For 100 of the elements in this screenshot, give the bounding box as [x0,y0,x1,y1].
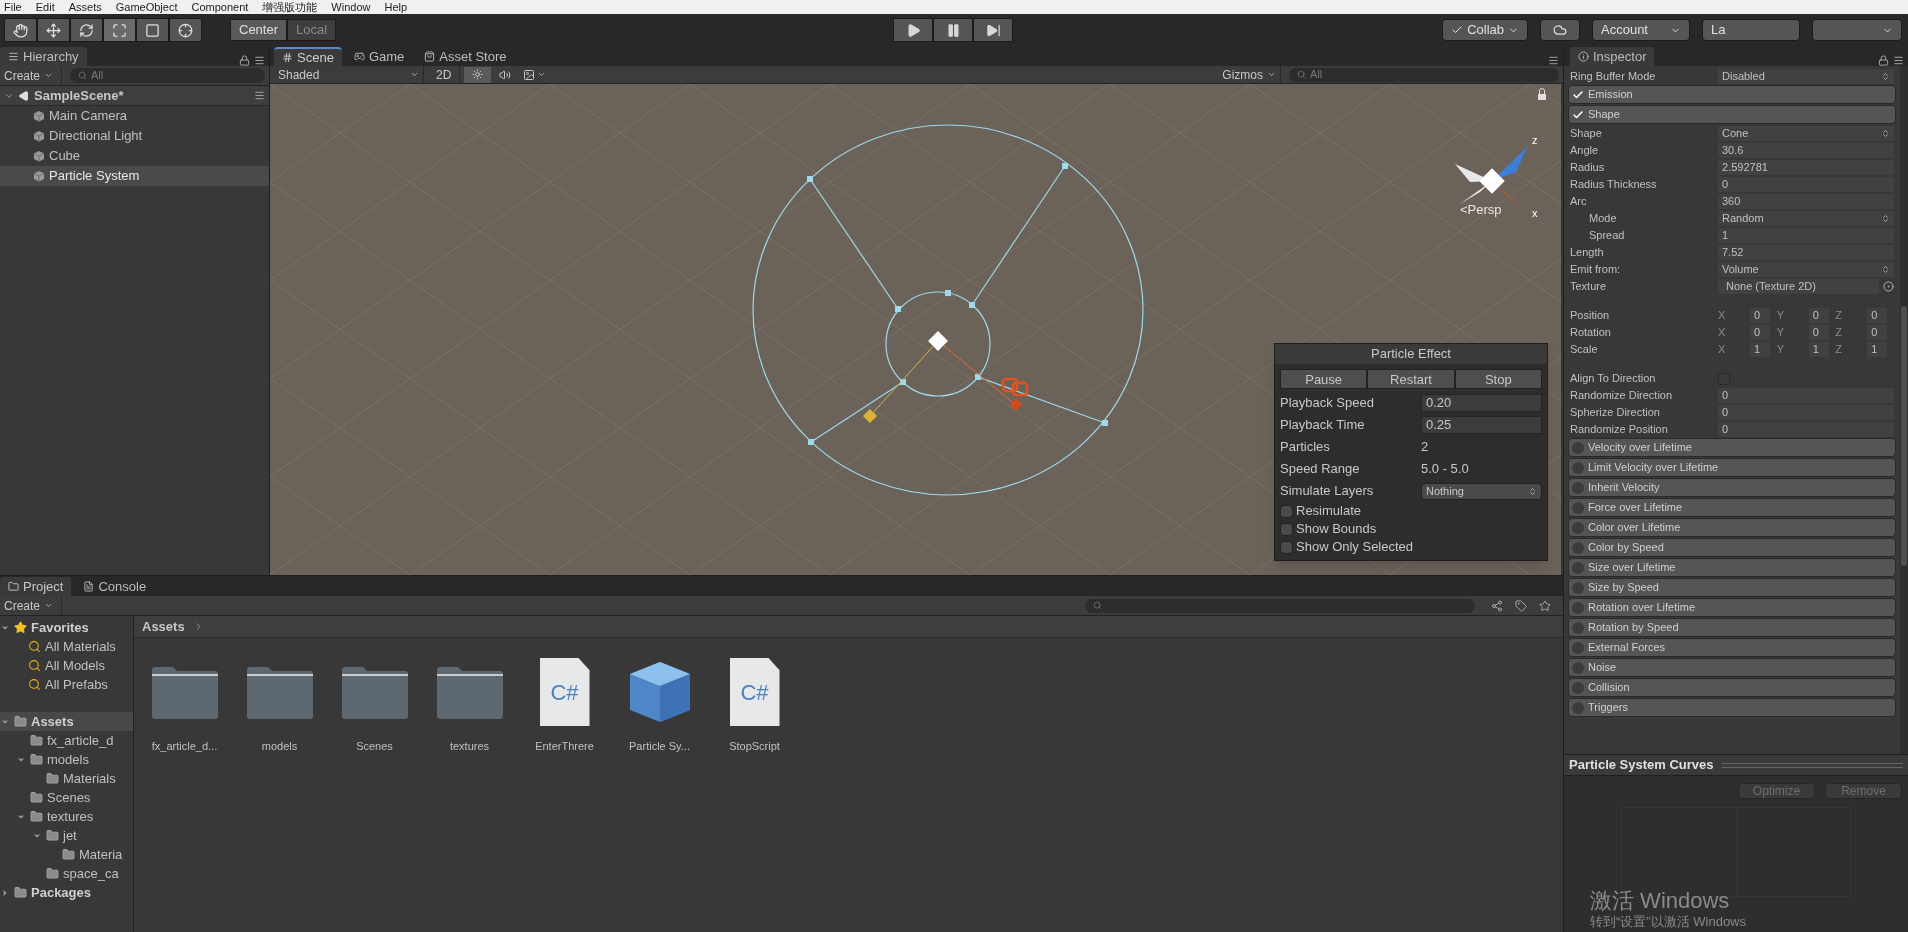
panel-tab[interactable]: Project [0,577,72,596]
hierarchy-item[interactable]: Directional Light [0,126,269,146]
effect-button[interactable]: Stop [1454,369,1542,389]
create-button[interactable]: Create [4,596,63,615]
module-checkbox[interactable] [1572,581,1584,594]
folder-tree-item[interactable]: Scenes [0,788,133,807]
asset-item[interactable]: Scenes [334,656,415,755]
view-tab[interactable]: Game [345,47,413,66]
module-header[interactable]: Color over Lifetime [1568,518,1896,537]
effect-button[interactable]: Pause [1280,369,1368,389]
module-checkbox[interactable] [1572,481,1584,494]
folder-tree-item[interactable]: space_ca [0,864,133,883]
dropdown[interactable]: Cone [1718,126,1894,141]
value-field[interactable]: 1 [1750,342,1770,357]
module-checkbox[interactable] [1572,88,1584,101]
folder-tree-item[interactable]: Materia [0,845,133,864]
module-checkbox[interactable] [1572,441,1584,454]
value-field[interactable]: 0 [1867,325,1888,340]
hierarchy-item[interactable]: Main Camera [0,106,269,126]
value-field[interactable]: 7.52 [1718,245,1894,260]
menu-item[interactable]: Component [191,0,249,14]
asset-item[interactable]: C# EnterThrere [524,656,605,755]
inspector-tab[interactable]: Inspector [1570,47,1655,66]
module-checkbox[interactable] [1572,601,1584,614]
view-tab[interactable]: Asset Store [416,47,515,66]
value-field[interactable]: 360 [1718,194,1894,209]
asset-item[interactable]: fx_article_d... [144,656,225,755]
module-checkbox[interactable] [1572,108,1584,121]
cloud-button[interactable] [1540,19,1580,41]
tool-button[interactable] [136,18,169,42]
favorite-item[interactable]: All Prefabs [0,675,133,694]
playback-button[interactable] [893,18,933,42]
dropdown[interactable]: Random [1718,211,1894,226]
picker-icon[interactable] [1883,281,1894,292]
panel-tab[interactable]: Console [75,577,155,596]
favorite-item[interactable]: All Models [0,656,133,675]
favorites-label[interactable]: Favorites [31,617,89,638]
2d-toggle[interactable]: 2D [428,65,461,84]
module-header[interactable]: Limit Velocity over Lifetime [1568,458,1896,477]
module-header[interactable]: Triggers [1568,698,1896,717]
value-field[interactable]: 1 [1867,342,1888,357]
module-header[interactable]: Shape [1568,105,1896,124]
create-button[interactable]: Create [4,66,63,85]
menu-item[interactable]: Window [331,0,371,14]
folder-tree-item[interactable]: fx_article_d [0,731,133,750]
module-checkbox[interactable] [1572,561,1584,574]
module-header[interactable]: External Forces [1568,638,1896,657]
filter-type-icon[interactable] [1491,599,1503,612]
menu-item[interactable]: Assets [68,0,102,14]
value-field[interactable]: 0 [1718,422,1894,437]
pivot-button[interactable]: Local [287,19,337,41]
value-field[interactable]: 0 [1808,325,1829,340]
pivot-handle[interactable] [928,331,948,351]
hierarchy-tab[interactable]: Hierarchy [0,47,87,66]
value-field[interactable]: 0 [1808,308,1829,323]
asset-item[interactable]: C# StopScript [714,656,795,755]
module-checkbox[interactable] [1572,641,1584,654]
folder-tree-item[interactable]: Packages [0,883,133,902]
menu-icon[interactable] [254,55,265,66]
module-header[interactable]: Noise [1568,658,1896,677]
collapse-arrow-icon[interactable] [0,887,10,898]
dropdown[interactable]: Volume [1718,262,1894,277]
module-checkbox[interactable] [1572,521,1584,534]
folder-tree-item[interactable]: models [0,750,133,769]
menu-icon[interactable] [254,90,265,101]
scrollbar[interactable] [1900,66,1908,754]
search-field[interactable] [1085,598,1475,613]
playback-button[interactable] [973,18,1013,42]
menu-item[interactable]: 增强版功能 [262,0,318,14]
module-header[interactable]: Collision [1568,678,1896,697]
value-field[interactable]: 0 [1718,405,1894,420]
module-header[interactable]: Color by Speed [1568,538,1896,557]
breadcrumb[interactable]: Assets [142,616,185,637]
value-field[interactable]: 2.592781 [1718,160,1894,175]
module-header[interactable]: Size over Lifetime [1568,558,1896,577]
asset-item[interactable]: Particle Sy... [619,656,700,755]
collab-button[interactable]: Collab [1442,19,1528,41]
layers-button[interactable]: La [1702,19,1800,41]
account-button[interactable]: Account [1592,19,1690,41]
value-field[interactable]: 0 [1750,308,1770,323]
module-checkbox[interactable] [1572,661,1584,674]
module-checkbox[interactable] [1572,621,1584,634]
favorite-item[interactable]: All Materials [0,637,133,656]
folder-tree-item[interactable]: Assets [0,712,133,731]
star-icon[interactable] [1539,599,1551,612]
module-header[interactable]: Rotation by Speed [1568,618,1896,637]
value-field[interactable]: 0 [1867,308,1888,323]
layers-dropdown[interactable]: Nothing [1421,482,1542,500]
value-field[interactable]: 0 [1718,388,1894,403]
module-header[interactable]: Force over Lifetime [1568,498,1896,517]
hierarchy-item[interactable]: Particle System [0,166,269,186]
menu-item[interactable]: File [4,0,22,14]
view-tab[interactable]: Scene [274,47,342,66]
folder-tree-item[interactable]: Materials [0,769,133,788]
module-checkbox[interactable] [1572,701,1584,714]
module-checkbox[interactable] [1572,501,1584,514]
value-field[interactable]: 0.25 [1421,416,1542,434]
tool-button[interactable] [169,18,202,42]
hierarchy-item[interactable]: Cube [0,146,269,166]
module-checkbox[interactable] [1572,681,1584,694]
